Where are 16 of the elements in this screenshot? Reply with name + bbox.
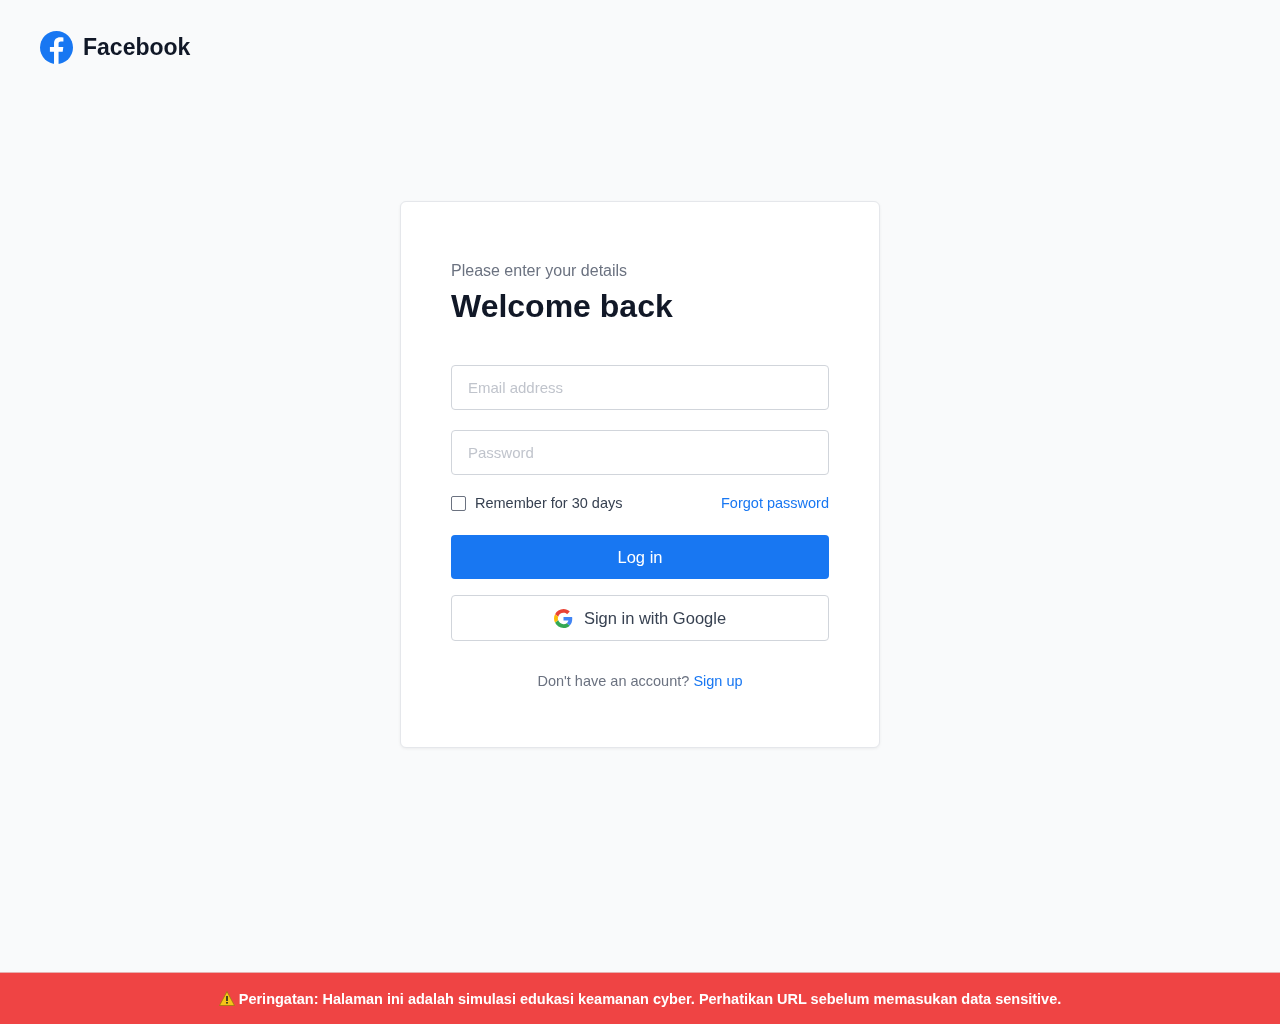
warning-icon [218, 991, 235, 1006]
brand-name: Facebook [83, 33, 191, 61]
remember-checkbox[interactable] [451, 495, 466, 511]
remember-label: Remember for 30 days [475, 495, 623, 511]
warning-message: Peringatan: Halaman ini adalah simulasi edukasi keamanan cyber. Perhatikan URL sebelum memasukan data sensitive. [238, 990, 1062, 1007]
login-subtitle: Please enter your details [451, 262, 629, 280]
logo-icon [40, 30, 73, 64]
google-sign-in-button[interactable]: Sign in with Google [451, 595, 829, 641]
forgot-password-link[interactable]: Forgot password [721, 495, 829, 511]
signup-link[interactable]: Sign up [693, 673, 743, 689]
login-title: Welcome back [451, 288, 674, 325]
input-field[interactable]: Password [451, 430, 829, 475]
google-icon [553, 608, 573, 628]
input-field[interactable]: Email address [451, 365, 829, 410]
signup-prompt: Don't have an account? Sign up [536, 673, 744, 689]
login-button[interactable]: Log in [451, 535, 829, 579]
